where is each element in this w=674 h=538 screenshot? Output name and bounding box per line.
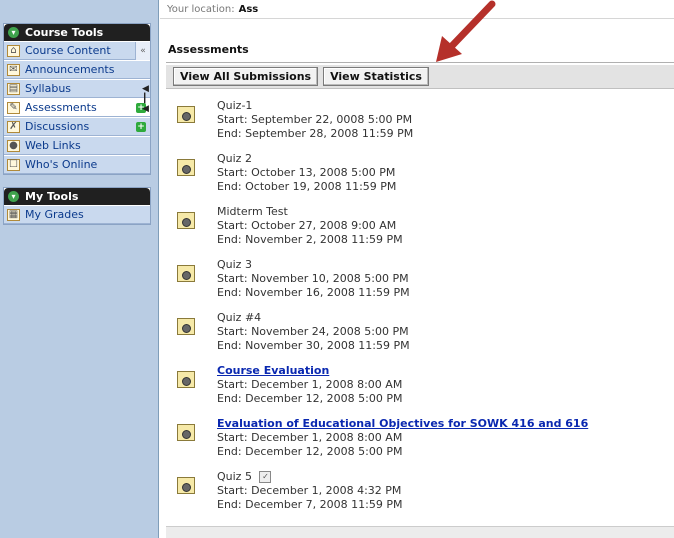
announcements-icon: ✉	[7, 63, 20, 76]
collapse-icon[interactable]: ▾	[8, 27, 19, 38]
sidebar-item-course-content[interactable]: ⌂ Course Content «	[4, 41, 150, 60]
assessment-end: End: November 2, 2008 11:59 PM	[217, 233, 403, 246]
assessment-end: End: October 19, 2008 11:59 PM	[217, 180, 397, 193]
my-grades-icon: ▦	[7, 208, 20, 221]
assessment-start: Start: November 24, 2008 5:00 PM	[217, 325, 409, 338]
course-tools-title: Course Tools	[25, 26, 104, 39]
web-links-icon: ●	[7, 139, 20, 152]
assessment-item: Quiz 2 Start: October 13, 2008 5:00 PM E…	[160, 146, 660, 194]
sidebar-item-label: Announcements	[25, 63, 115, 76]
assessment-start: Start: October 13, 2008 5:00 PM	[217, 166, 396, 179]
assessment-link[interactable]: Course Evaluation	[217, 364, 402, 378]
sidebar-item-label: My Grades	[25, 208, 84, 221]
whos-online-icon: ☐	[7, 158, 20, 171]
sidebar-item-label: Discussions	[25, 120, 90, 133]
main-content: Your location: Ass Assessments View All …	[160, 0, 674, 538]
assessment-end: End: December 12, 2008 5:00 PM	[217, 392, 403, 405]
assessment-item: Quiz 3 Start: November 10, 2008 5:00 PM …	[160, 252, 660, 300]
course-tools-panel: ▾ Course Tools ⌂ Course Content « ✉ Anno…	[3, 23, 151, 175]
syllabus-icon: ▤	[7, 82, 20, 95]
assessment-item: Quiz-1 Start: September 22, 0008 5:00 PM…	[160, 93, 660, 141]
assessment-end: End: September 28, 2008 11:59 PM	[217, 127, 414, 140]
assessment-item: Evaluation of Educational Objectives for…	[160, 411, 660, 459]
location-label: Your location:	[167, 3, 235, 15]
assessment-end: End: December 7, 2008 11:59 PM	[217, 498, 403, 511]
assessment-icon	[177, 106, 195, 123]
assessment-start: Start: December 1, 2008 8:00 AM	[217, 431, 403, 444]
my-tools-title: My Tools	[25, 190, 79, 203]
sidebar-item-label: Who's Online	[25, 158, 98, 171]
assessment-name: Quiz #4	[217, 311, 262, 324]
sidebar-item-label: Assessments	[25, 101, 97, 114]
course-content-icon: ⌂	[7, 44, 20, 57]
assessment-icon	[177, 477, 195, 494]
assessment-icon	[177, 371, 195, 388]
location-bar: Your location: Ass	[160, 0, 674, 19]
assessment-item: Quiz 5 ✓ Start: December 1, 2008 4:32 PM…	[160, 464, 660, 512]
assessment-end: End: November 30, 2008 11:59 PM	[217, 339, 410, 352]
sidebar-item-syllabus[interactable]: ▤ Syllabus	[4, 79, 150, 98]
assessments-icon: ✎	[7, 101, 20, 114]
assessment-icon	[177, 265, 195, 282]
my-tools-header[interactable]: ▾ My Tools	[4, 188, 150, 205]
location-value: Ass	[238, 3, 259, 15]
assessment-name: Quiz 3	[217, 258, 252, 271]
sidebar-item-web-links[interactable]: ● Web Links	[4, 136, 150, 155]
divider	[166, 62, 674, 63]
collapse-icon[interactable]: ▾	[8, 191, 19, 202]
page-title: Assessments	[168, 43, 249, 56]
sidebar-item-whos-online[interactable]: ☐ Who's Online	[4, 155, 150, 174]
horizontal-scrollbar[interactable]	[166, 526, 674, 538]
view-all-submissions-button[interactable]: View All Submissions	[173, 67, 319, 86]
assessment-name: Quiz 2	[217, 152, 252, 165]
sidebar-item-label: Web Links	[25, 139, 81, 152]
assessment-icon	[177, 212, 195, 229]
assessment-item: Midterm Test Start: October 27, 2008 9:0…	[160, 199, 660, 247]
my-tools-panel: ▾ My Tools ▦ My Grades	[3, 187, 151, 225]
toolbar: View All Submissions View Statistics	[166, 65, 674, 89]
assessment-name: Quiz-1	[217, 99, 253, 112]
sidebar-splitter[interactable]: ◀ ┃ ◀	[142, 84, 154, 124]
sidebar: ▾ Course Tools ⌂ Course Content « ✉ Anno…	[0, 0, 159, 538]
assessment-icon	[177, 318, 195, 335]
sidebar-item-assessments[interactable]: ✎ Assessments +	[4, 98, 150, 117]
assessment-start: Start: November 10, 2008 5:00 PM	[217, 272, 409, 285]
course-tools-header[interactable]: ▾ Course Tools	[4, 24, 150, 41]
sidebar-item-label: Course Content	[25, 44, 111, 57]
sidebar-item-my-grades[interactable]: ▦ My Grades	[4, 205, 150, 224]
sidebar-item-announcements[interactable]: ✉ Announcements	[4, 60, 150, 79]
assessment-start: Start: December 1, 2008 4:32 PM	[217, 484, 402, 497]
assessment-start: Start: September 22, 0008 5:00 PM	[217, 113, 413, 126]
discussions-icon: ✗	[7, 120, 20, 133]
assessment-name: Midterm Test	[217, 205, 288, 218]
assessment-icon	[177, 424, 195, 441]
assessment-end: End: November 16, 2008 11:59 PM	[217, 286, 410, 299]
view-statistics-button[interactable]: View Statistics	[323, 67, 429, 86]
assessment-item: Course Evaluation Start: December 1, 200…	[160, 358, 660, 406]
assessment-start: Start: December 1, 2008 8:00 AM	[217, 378, 403, 391]
assessment-link[interactable]: Evaluation of Educational Objectives for…	[217, 417, 588, 431]
sidebar-item-label: Syllabus	[25, 82, 72, 95]
collapse-menu-icon[interactable]: «	[135, 42, 150, 60]
assessment-start: Start: October 27, 2008 9:00 AM	[217, 219, 397, 232]
assessment-end: End: December 12, 2008 5:00 PM	[217, 445, 403, 458]
annotation-arrow-icon	[436, 0, 496, 62]
assessment-name: Quiz 5	[217, 470, 252, 483]
sidebar-item-discussions[interactable]: ✗ Discussions +	[4, 117, 150, 136]
assessment-item: Quiz #4 Start: November 24, 2008 5:00 PM…	[160, 305, 660, 353]
assessment-icon	[177, 159, 195, 176]
submission-badge-icon[interactable]: ✓	[259, 471, 272, 483]
